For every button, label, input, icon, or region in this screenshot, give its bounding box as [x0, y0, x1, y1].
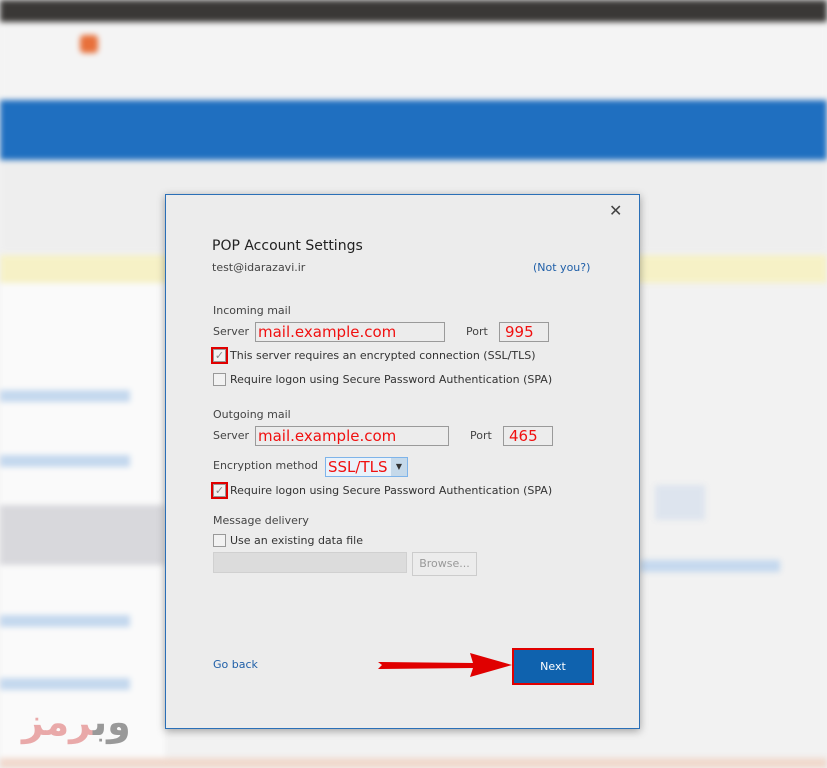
- encryption-label: Encryption method: [213, 459, 319, 472]
- outgoing-spa-label: Require logon using Secure Password Auth…: [230, 484, 553, 497]
- incoming-server-label: Server: [213, 325, 250, 338]
- outgoing-server-label: Server: [213, 429, 250, 442]
- existing-file-label: Use an existing data file: [230, 534, 363, 547]
- close-icon[interactable]: ✕: [609, 201, 622, 220]
- not-you-link[interactable]: (Not you?): [533, 261, 590, 274]
- incoming-heading: Incoming mail: [213, 304, 291, 317]
- ssl-checkbox-label: This server requires an encrypted connec…: [230, 349, 536, 362]
- outgoing-port-label: Port: [470, 429, 492, 442]
- outgoing-port-input[interactable]: 465: [503, 426, 553, 446]
- data-file-path-input[interactable]: [213, 552, 407, 573]
- next-button[interactable]: Next: [512, 648, 594, 685]
- outgoing-heading: Outgoing mail: [213, 408, 291, 421]
- incoming-spa-checkbox[interactable]: [213, 373, 226, 386]
- outgoing-spa-checkbox[interactable]: ✓: [211, 482, 228, 499]
- incoming-server-input[interactable]: mail.example.com: [255, 322, 445, 342]
- encryption-value: SSL/TLS: [328, 458, 388, 476]
- ssl-checkbox[interactable]: ✓: [211, 347, 228, 364]
- go-back-link[interactable]: Go back: [213, 658, 258, 671]
- delivery-heading: Message delivery: [213, 514, 309, 527]
- incoming-spa-label: Require logon using Secure Password Auth…: [230, 373, 553, 386]
- existing-file-checkbox[interactable]: [213, 534, 226, 547]
- red-arrow-annotation: [378, 653, 512, 677]
- incoming-port-input[interactable]: 995: [499, 322, 549, 342]
- incoming-port-label: Port: [466, 325, 488, 338]
- account-email: test@idarazavi.ir: [212, 261, 306, 274]
- encryption-select[interactable]: SSL/TLS ▼: [325, 457, 408, 477]
- watermark-logo: وبرمز: [22, 700, 131, 744]
- chevron-down-icon: ▼: [391, 458, 407, 476]
- pop-account-settings-dialog: ✕ POP Account Settings test@idarazavi.ir…: [165, 194, 640, 729]
- browse-button[interactable]: Browse...: [412, 552, 477, 576]
- dialog-title: POP Account Settings: [212, 238, 363, 254]
- outgoing-server-input[interactable]: mail.example.com: [255, 426, 449, 446]
